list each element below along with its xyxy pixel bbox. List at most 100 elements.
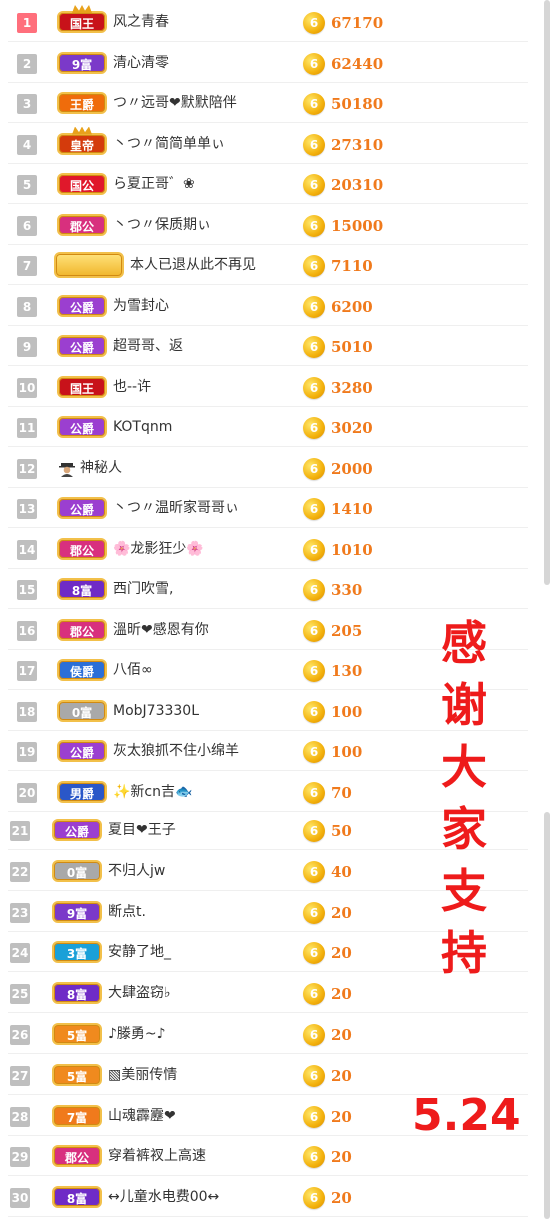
user-name[interactable]: 清心清零 bbox=[113, 53, 169, 73]
user-name[interactable]: ✨新cn吉🐟 bbox=[113, 782, 192, 802]
contribution-value: 100 bbox=[331, 743, 363, 761]
coin-icon: 6 bbox=[303, 700, 325, 723]
rank-number: 28 bbox=[10, 1106, 30, 1127]
contribution-value: 6200 bbox=[331, 297, 373, 316]
coin-icon: 6 bbox=[303, 52, 325, 75]
coin-icon: 6 bbox=[303, 1024, 325, 1046]
user-name[interactable]: つ〃远哥❤默默陪伴 bbox=[113, 93, 237, 113]
rank-title-badge: 郡公 bbox=[57, 618, 107, 641]
contribution-value: 330 bbox=[331, 581, 363, 599]
thanks-char: 谢 bbox=[441, 678, 487, 732]
leaderboard-row[interactable]: 1 国王 风之青春 6 67170 bbox=[0, 2, 540, 42]
coin-icon: 6 bbox=[303, 820, 325, 842]
leaderboard-row[interactable]: 15 8富 西门吹雪, 6 330 bbox=[0, 569, 540, 609]
user-name[interactable]: 神秘人 bbox=[80, 458, 122, 478]
rank-title-badge: 皇帝 bbox=[57, 132, 107, 155]
contribution-value: 205 bbox=[331, 621, 363, 640]
user-name[interactable]: 大肆盗窃♭ bbox=[108, 983, 171, 1003]
coin-icon: 6 bbox=[303, 376, 325, 399]
user-name[interactable]: 🌸龙影狂少🌸 bbox=[113, 539, 204, 559]
rank-title-badge: 国公 bbox=[57, 173, 107, 195]
user-name[interactable]: MobJ73330L bbox=[113, 701, 199, 721]
rank-number: 18 bbox=[17, 701, 37, 722]
leaderboard-row[interactable]: 27 5富 ▧美丽传情 6 20 bbox=[0, 1055, 540, 1095]
rank-number: 12 bbox=[17, 458, 37, 479]
contribution-value: 20 bbox=[331, 1189, 352, 1208]
leaderboard-row[interactable]: 11 公爵 KOTqnm 6 3020 bbox=[0, 407, 540, 447]
scrollbar-bottom[interactable] bbox=[544, 812, 550, 1219]
user-name[interactable]: ら夏正哥゛❀ bbox=[113, 174, 195, 194]
contribution-value: 1010 bbox=[331, 540, 373, 559]
rank-number: 23 bbox=[10, 902, 30, 923]
mystery-avatar-icon bbox=[58, 459, 76, 477]
user-name[interactable]: 断点t. bbox=[108, 902, 146, 922]
user-name[interactable]: 八佰∞ bbox=[113, 660, 153, 680]
leaderboard-row[interactable]: 14 郡公 🌸龙影狂少🌸 6 1010 bbox=[0, 529, 540, 569]
user-name[interactable]: 不归人jw bbox=[108, 861, 165, 881]
rank-number: 13 bbox=[17, 499, 37, 519]
coin-icon: 6 bbox=[303, 538, 325, 561]
user-name[interactable]: KOTqnm bbox=[113, 417, 172, 437]
rank-number: 27 bbox=[10, 1065, 30, 1086]
user-name[interactable]: 为雪封心 bbox=[113, 296, 169, 316]
contribution-value: 5010 bbox=[331, 338, 373, 356]
user-name[interactable]: 超哥哥、返 bbox=[113, 336, 183, 356]
contribution-value: 15000 bbox=[331, 216, 384, 235]
contribution-value: 3280 bbox=[331, 378, 373, 397]
rank-title-badge: 公爵 bbox=[57, 497, 107, 519]
leaderboard-row[interactable]: 7 本人已退从此不再见 6 7110 bbox=[0, 245, 540, 285]
leaderboard-row[interactable]: 5 国公 ら夏正哥゛❀ 6 20310 bbox=[0, 164, 540, 204]
user-name[interactable]: 丶つ〃简简单单ぃ bbox=[113, 134, 225, 154]
leaderboard-row[interactable]: 6 郡公 丶つ〃保质期ぃ 6 15000 bbox=[0, 205, 540, 245]
rank-number: 7 bbox=[17, 256, 37, 276]
user-name[interactable]: 山魂霹靂❤ bbox=[108, 1106, 176, 1126]
contribution-value: 20 bbox=[331, 985, 352, 1004]
user-name[interactable]: 本人已退从此不再见 bbox=[130, 255, 256, 275]
user-name[interactable]: 西门吹雪, bbox=[113, 579, 173, 599]
coin-icon: 6 bbox=[303, 1105, 325, 1128]
rank-title-badge: 公爵 bbox=[52, 819, 102, 841]
rank-number: 14 bbox=[17, 539, 37, 560]
leaderboard-row[interactable]: 30 8富 ↔儿童水电费00↔ 6 20 bbox=[0, 1177, 540, 1218]
leaderboard-row[interactable]: 26 5富 ♪滕勇~♪ 6 20 bbox=[0, 1014, 540, 1054]
contribution-value: 7110 bbox=[331, 257, 373, 275]
leaderboard-row[interactable]: 2 9富 清心清零 6 62440 bbox=[0, 43, 540, 83]
user-name[interactable]: 灰太狼抓不住小绵羊 bbox=[113, 741, 239, 761]
user-name[interactable]: 夏目❤王子 bbox=[108, 820, 176, 840]
user-name[interactable]: 溫昕❤感恩有你 bbox=[113, 620, 209, 640]
contribution-value: 20 bbox=[331, 944, 352, 963]
thanks-char: 持 bbox=[441, 926, 487, 980]
contribution-value: 2000 bbox=[331, 459, 373, 478]
coin-icon: 6 bbox=[303, 214, 325, 237]
leaderboard-row[interactable]: 29 郡公 穿着裤衩上高速 6 20 bbox=[0, 1136, 540, 1177]
leaderboard-row[interactable]: 4 皇帝 丶つ〃简简单单ぃ 6 27310 bbox=[0, 124, 540, 164]
user-name[interactable]: 丶つ〃保质期ぃ bbox=[113, 215, 211, 235]
user-name[interactable]: 丶つ〃温昕家哥哥ぃ bbox=[113, 498, 239, 518]
rank-number: 19 bbox=[17, 742, 37, 762]
contribution-value: 20 bbox=[331, 1107, 352, 1126]
user-name[interactable]: ↔儿童水电费00↔ bbox=[108, 1187, 219, 1207]
leaderboard-row[interactable]: 12 神秘人 6 2000 bbox=[0, 448, 540, 488]
leaderboard-row[interactable]: 8 公爵 为雪封心 6 6200 bbox=[0, 286, 540, 326]
scrollbar-top[interactable] bbox=[544, 0, 550, 585]
user-name[interactable]: 穿着裤衩上高速 bbox=[108, 1146, 206, 1166]
thanks-char: 感 bbox=[441, 616, 487, 670]
leaderboard-row[interactable]: 10 国王 也--许 6 3280 bbox=[0, 367, 540, 407]
thanks-char: 大 bbox=[441, 740, 487, 794]
rank-number: 8 bbox=[17, 296, 37, 317]
contribution-value: 70 bbox=[331, 783, 352, 802]
user-name[interactable]: 风之青春 bbox=[113, 12, 169, 32]
rank-title-badge: 郡公 bbox=[57, 213, 107, 236]
leaderboard-row[interactable]: 13 公爵 丶つ〃温昕家哥哥ぃ 6 1410 bbox=[0, 488, 540, 528]
user-name[interactable]: ▧美丽传情 bbox=[108, 1065, 177, 1085]
rank-title-badge: 5富 bbox=[52, 1023, 102, 1045]
user-name[interactable]: 安静了地_ bbox=[108, 942, 171, 962]
leaderboard-row[interactable]: 3 王爵 つ〃远哥❤默默陪伴 6 50180 bbox=[0, 83, 540, 123]
contribution-value: 20 bbox=[331, 1148, 352, 1167]
coin-icon: 6 bbox=[303, 660, 325, 682]
rank-number: 15 bbox=[17, 580, 37, 600]
user-name[interactable]: ♪滕勇~♪ bbox=[108, 1024, 166, 1044]
leaderboard-row[interactable]: 9 公爵 超哥哥、返 6 5010 bbox=[0, 326, 540, 366]
contribution-value: 50180 bbox=[331, 95, 384, 113]
user-name[interactable]: 也--许 bbox=[113, 377, 151, 397]
